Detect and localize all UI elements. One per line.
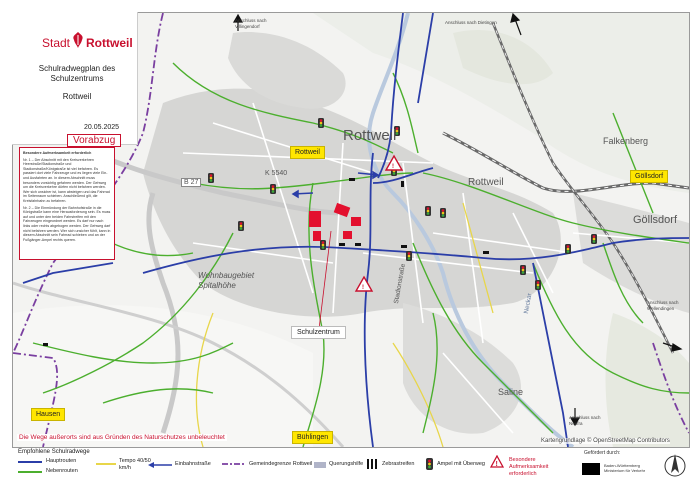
place-rottweil: Rottweil (290, 146, 325, 159)
note-item: Nr. 1 – Der Abschnitt mit den Kreisverke… (23, 157, 110, 203)
coat-of-arms-icon (73, 32, 83, 48)
city-prefix: Stadt (42, 36, 71, 50)
lighting-note: Die Wege außerorts sind aus Gründen des … (17, 434, 227, 441)
ext-note-dietingen: Anschluss nach Dietingen (445, 20, 497, 25)
map-label-b27: B 27 (181, 178, 202, 187)
legend-side-route-line (18, 471, 42, 473)
page: !! Rottweil Rottweil Falkenberg Göllsdor… (0, 0, 700, 495)
legend-boundary-line (222, 463, 246, 465)
draft-badge: Vorabzug (67, 134, 122, 147)
crossing-aid-icon (314, 462, 326, 468)
traffic-light-icon (426, 458, 433, 470)
map-label-k5540: K 5540 (265, 170, 288, 177)
legend-main-route-line (18, 461, 42, 463)
map-label-goellsdorf: Göllsdorf (633, 214, 678, 226)
ext-note-wellendingen: Anschluss nach Wellendingen (647, 300, 679, 311)
place-goellsdorf: Göllsdorf (630, 170, 669, 183)
legend: Empfohlene Schulradwege Hauptrouten Nebe… (12, 447, 688, 487)
title-panel: Stadt Rottweil Schulradwegplan des Schul… (12, 12, 138, 147)
legend-tempo-line (96, 463, 116, 465)
legend-heading: Empfohlene Schulradwege (18, 449, 90, 455)
map-label-saline: Saline (498, 387, 524, 397)
zebra-crossing-icon (367, 459, 377, 469)
place-hausen: Hausen (31, 408, 66, 421)
legend-main-routes: Hauptrouten (46, 458, 77, 464)
one-way-arrow-icon (148, 462, 172, 468)
legend-zebra: Zebrastreifen (382, 461, 415, 467)
svg-text:!: ! (496, 461, 498, 468)
document-date: 20.05.2025 (84, 124, 120, 131)
sponsor-name: Baden-Württemberg Ministerium für Verkeh… (604, 463, 646, 473)
north-arrow-icon (664, 454, 686, 477)
map-attribution: Kartengrundlage © OpenStreetMap Contribu… (541, 438, 670, 444)
map-label-city: Rottweil (343, 127, 397, 144)
attention-note-box: Besondere Aufmerksamkeit erforderlich Nr… (19, 147, 115, 260)
document-subtitle: Rottweil (62, 92, 92, 101)
schulzentrum-callout: Schulzentrum (291, 326, 346, 339)
place-buehlingen: Bühlingen (292, 431, 334, 444)
sponsor-label: Gefördert durch: (584, 450, 621, 456)
map-label-wohngebiet: Wohnbaugebiet Spitalhöhe (198, 271, 255, 290)
note-item: Nr. 2 – Die Einmündung der Bahnhofstraße… (23, 205, 111, 242)
svg-text:!: ! (362, 285, 364, 291)
ext-note-neufra: Anschluss nach Neufra (569, 415, 601, 426)
ext-note-villingendorf: Anschluss nach Villingendorf (235, 18, 267, 29)
legend-attention: Besondere Aufmerksamkeit erforderlich (509, 457, 549, 477)
note-title: Besondere Aufmerksamkeit erforderlich (23, 151, 92, 155)
legend-boundary: Gemeindegrenze Rottweil (249, 461, 313, 467)
attention-triangle-icon: ! (490, 455, 504, 468)
map-label-falkenberg: Falkenberg (603, 136, 649, 146)
legend-traffic-light: Ampel mit Überweg (437, 461, 485, 467)
city-name: Rottweil (86, 36, 133, 50)
bw-logo-icon (582, 463, 600, 475)
legend-side-routes: Nebenrouten (46, 468, 78, 474)
svg-text:!: ! (392, 164, 394, 170)
legend-one-way: Einbahnstraße (175, 461, 211, 467)
map-label-city-east: Rottweil (468, 177, 504, 188)
document-title: Schulradwegplan des Schulzentrums (38, 64, 116, 83)
legend-crossing-aid: Querungshilfe (329, 461, 364, 467)
